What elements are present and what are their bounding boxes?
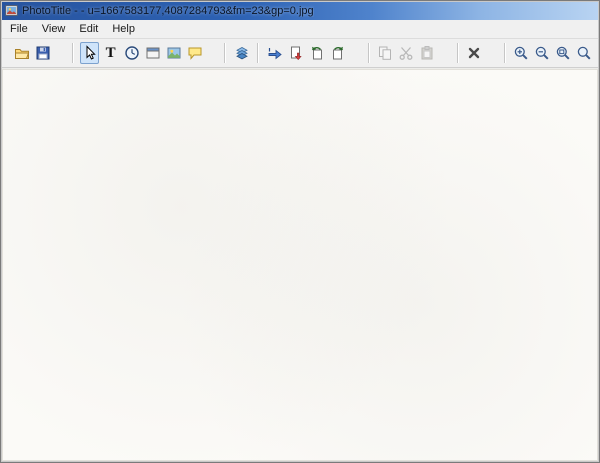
- text-T-icon: T: [105, 44, 116, 61]
- rotate-right-button[interactable]: [329, 42, 348, 64]
- rotate-left-button[interactable]: [308, 42, 327, 64]
- flip-button[interactable]: [265, 42, 284, 64]
- folder-open-icon: [14, 45, 30, 61]
- zoom-fit-icon: [555, 45, 571, 61]
- zoom-in-icon: [513, 45, 529, 61]
- titlebar[interactable]: PhotoTitle - - u=1667583177,4087284793&f…: [1, 1, 599, 20]
- toolbar-separator: [257, 43, 260, 63]
- paste-icon: [419, 45, 435, 61]
- rotate-3d-button[interactable]: [232, 42, 251, 64]
- window-icon: [145, 45, 161, 61]
- cursor-arrow-icon: [82, 45, 98, 61]
- toolbar: T: [1, 39, 599, 68]
- scissors-icon: [398, 45, 414, 61]
- text-tool-button[interactable]: T: [101, 42, 120, 64]
- paste-button[interactable]: [418, 42, 437, 64]
- image-icon: [166, 45, 182, 61]
- cut-button[interactable]: [397, 42, 416, 64]
- toolbar-separator: [456, 43, 459, 63]
- page-down-arrow-icon: [288, 45, 304, 61]
- toolbar-separator: [224, 43, 227, 63]
- menubar: File View Edit Help: [1, 20, 599, 39]
- zoom-actual-button[interactable]: [575, 42, 594, 64]
- delete-x-icon: [466, 45, 482, 61]
- callout-tool-button[interactable]: [185, 42, 204, 64]
- floppy-disk-icon: [35, 45, 51, 61]
- toolbar-separator: [72, 43, 75, 63]
- select-tool-button[interactable]: [80, 42, 100, 64]
- rotate-right-icon: [330, 45, 346, 61]
- copy-icon: [377, 45, 393, 61]
- zoom-out-button[interactable]: [533, 42, 552, 64]
- zoom-fit-button[interactable]: [554, 42, 573, 64]
- menu-file[interactable]: File: [3, 20, 35, 38]
- export-page-button[interactable]: [286, 42, 305, 64]
- rotate-left-icon: [309, 45, 325, 61]
- toolbar-separator: [503, 43, 506, 63]
- app-icon[interactable]: [5, 4, 18, 17]
- zoom-actual-icon: [576, 45, 592, 61]
- delete-button[interactable]: [465, 42, 484, 64]
- zoom-out-icon: [534, 45, 550, 61]
- clock-tool-button[interactable]: [122, 42, 141, 64]
- clock-icon: [124, 45, 140, 61]
- window-title: PhotoTitle - - u=1667583177,4087284793&f…: [22, 4, 314, 17]
- app-window: PhotoTitle - - u=1667583177,4087284793&f…: [0, 0, 600, 463]
- menu-edit[interactable]: Edit: [72, 20, 105, 38]
- image-canvas[interactable]: [2, 69, 598, 461]
- window-capture-button[interactable]: [143, 42, 162, 64]
- menu-view[interactable]: View: [35, 20, 73, 38]
- flip-arrow-icon: [267, 45, 283, 61]
- zoom-in-button[interactable]: [512, 42, 531, 64]
- menu-help[interactable]: Help: [105, 20, 142, 38]
- toolbar-separator: [367, 43, 370, 63]
- open-button[interactable]: [12, 42, 31, 64]
- save-button[interactable]: [33, 42, 52, 64]
- layer-stack-icon: [234, 45, 250, 61]
- speech-bubble-icon: [187, 45, 203, 61]
- client-area: [1, 68, 599, 462]
- insert-image-button[interactable]: [164, 42, 183, 64]
- copy-button[interactable]: [376, 42, 395, 64]
